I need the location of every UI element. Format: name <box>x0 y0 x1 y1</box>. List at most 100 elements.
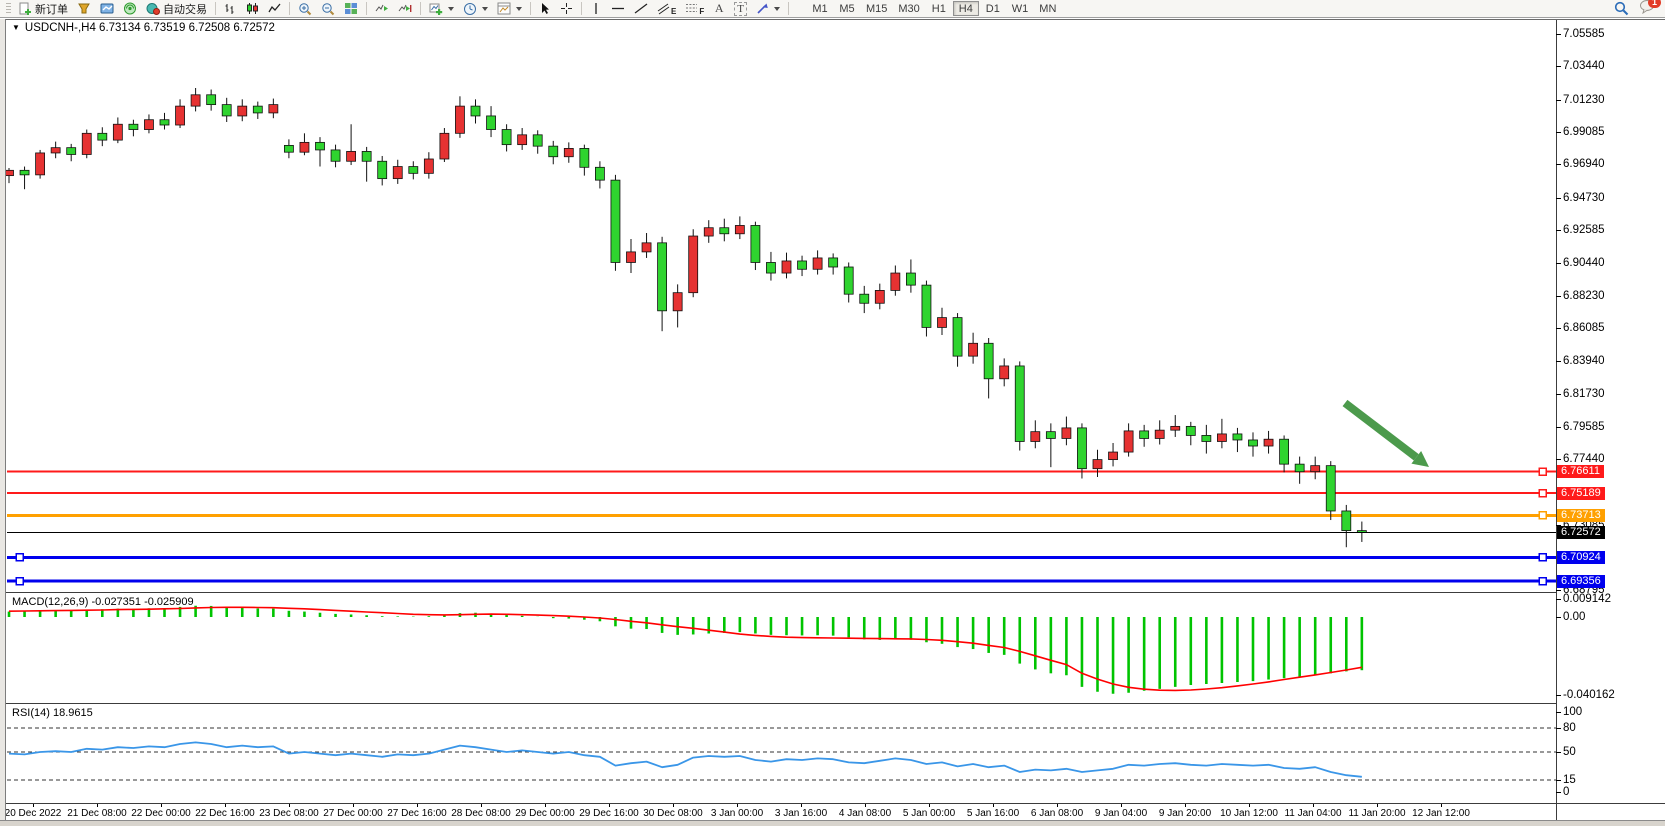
time-axis-label: 27 Dec 16:00 <box>387 808 447 819</box>
tile-windows-button[interactable] <box>340 1 362 17</box>
rsi-tick-label: 0 <box>1563 786 1569 798</box>
cursor-tool-button[interactable] <box>535 1 555 17</box>
dropdown-caret-icon <box>482 7 488 11</box>
new-order-button[interactable]: 新订单 <box>15 1 72 17</box>
notifications-chat[interactable]: 1 <box>1639 0 1656 19</box>
search-icon <box>1614 1 1629 16</box>
rsi-tick-label: 100 <box>1563 706 1582 718</box>
timeframe-M1[interactable]: M1 <box>807 1 833 16</box>
price-level-tag[interactable]: 6.75189 <box>1557 487 1605 500</box>
price-tick-label: 6.88230 <box>1563 290 1605 302</box>
rsi-tick-label: 80 <box>1563 722 1576 734</box>
line-chart-button[interactable] <box>264 1 285 17</box>
horizontal-line-tool-button[interactable] <box>607 1 629 17</box>
periods-icon <box>463 2 477 16</box>
channel-tool-button[interactable]: E <box>653 1 680 17</box>
toolbar-separator <box>420 2 421 15</box>
timeframe-group: M1M5M15M30H1H4D1W1MN <box>807 1 1061 16</box>
time-axis-label: 5 Jan 00:00 <box>903 808 955 819</box>
price-level-tag[interactable]: 6.76611 <box>1557 465 1604 478</box>
text-tool-button[interactable]: A <box>709 1 729 17</box>
time-axis-label: 27 Dec 00:00 <box>323 808 383 819</box>
zoom-in-button[interactable] <box>294 1 316 17</box>
timeframe-M5[interactable]: M5 <box>834 1 860 16</box>
arrow-styles-button[interactable] <box>752 1 784 17</box>
fibonacci-letter: F <box>699 7 704 16</box>
styler-icon <box>77 2 91 15</box>
chart-window-button[interactable] <box>96 1 118 17</box>
trendline-tool-button[interactable] <box>630 1 652 17</box>
time-axis-label: 4 Jan 08:00 <box>839 808 891 819</box>
price-level-tag[interactable]: 6.73713 <box>1557 509 1605 522</box>
time-axis-label: 6 Jan 08:00 <box>1031 808 1083 819</box>
price-tick-label: 6.81730 <box>1563 388 1605 400</box>
notification-badge: 1 <box>1648 0 1661 8</box>
bid-price-tag: 6.72572 <box>1557 526 1605 539</box>
zoom-out-button[interactable] <box>317 1 339 17</box>
macd-tick-label: 0.00 <box>1563 611 1585 623</box>
toolbar-separator <box>215 2 216 15</box>
price-level-tag[interactable]: 6.70924 <box>1557 551 1605 564</box>
price-tick-label: 7.03440 <box>1563 60 1605 72</box>
timeframe-D1[interactable]: D1 <box>980 1 1006 16</box>
template-button[interactable] <box>493 1 526 17</box>
label-tool-button[interactable]: T <box>730 1 751 17</box>
time-axis-label: 11 Jan 04:00 <box>1284 808 1341 819</box>
time-axis-label: 12 Jan 12:00 <box>1412 808 1470 819</box>
fibonacci-icon <box>685 2 698 15</box>
label-tool-letter: T <box>734 2 747 16</box>
trendline-icon <box>634 2 648 15</box>
styler-button[interactable] <box>73 1 95 17</box>
periods-button[interactable] <box>459 1 492 17</box>
chart-shift-button[interactable] <box>394 1 416 17</box>
price-tick-label: 6.79585 <box>1563 421 1605 433</box>
chart-shift-icon <box>398 2 412 15</box>
fibonacci-tool-button[interactable]: F <box>681 1 708 17</box>
price-tick-label: 6.96940 <box>1563 158 1605 170</box>
timeframe-W1[interactable]: W1 <box>1007 1 1034 16</box>
price-tick-label: 6.92585 <box>1563 224 1605 236</box>
dropdown-caret-icon <box>774 7 780 11</box>
arrow-styles-icon <box>756 2 769 15</box>
macd-tick-label: -0.040162 <box>1563 689 1615 701</box>
time-axis-label: 9 Jan 20:00 <box>1159 808 1211 819</box>
toolbar-right-group: 1 <box>1610 0 1662 19</box>
search-button[interactable] <box>1610 1 1633 17</box>
bar-chart-button[interactable] <box>220 1 241 17</box>
indicators-add-button[interactable] <box>425 1 458 17</box>
rsi-pane-label: RSI(14) 18.9615 <box>12 707 93 719</box>
auto-scroll-button[interactable] <box>371 1 393 17</box>
rsi-tick-label: 50 <box>1563 746 1576 758</box>
timeframe-M30[interactable]: M30 <box>893 1 924 16</box>
signal-button[interactable] <box>119 1 141 17</box>
window-left-frame <box>0 19 6 826</box>
vertical-line-tool-button[interactable] <box>586 1 606 17</box>
main-toolbar: 新订单 自动交易 <box>0 0 1665 18</box>
signal-icon <box>123 2 137 15</box>
timeframe-H1[interactable]: H1 <box>926 1 952 16</box>
channel-letter: E <box>671 7 676 16</box>
timeframe-MN[interactable]: MN <box>1034 1 1061 16</box>
price-tick-label: 7.01230 <box>1563 94 1605 106</box>
time-axis-label: 3 Jan 16:00 <box>775 808 827 819</box>
price-tick-label: 6.94730 <box>1563 192 1605 204</box>
auto-trading-button[interactable]: 自动交易 <box>142 1 211 17</box>
chevron-down-icon[interactable]: ▼ <box>12 23 20 32</box>
horizontal-line-icon <box>611 2 625 15</box>
price-level-tag[interactable]: 6.69356 <box>1557 575 1605 588</box>
time-axis-label: 28 Dec 08:00 <box>451 808 511 819</box>
candlestick-icon <box>246 2 259 15</box>
macd-name: MACD(12,26,9) <box>12 596 88 608</box>
time-axis-label: 21 Dec 08:00 <box>67 808 127 819</box>
toolbar-grip[interactable] <box>6 3 11 15</box>
ohlc-values: 6.73134 6.73519 6.72508 6.72572 <box>99 22 275 34</box>
chart-title: ▼USDCNH-,H4 6.73134 6.73519 6.72508 6.72… <box>12 22 275 34</box>
timeframe-H4[interactable]: H4 <box>953 1 979 16</box>
crosshair-tool-button[interactable] <box>556 1 577 17</box>
zoom-out-icon <box>321 2 335 16</box>
candlestick-chart-button[interactable] <box>242 1 263 17</box>
auto-trading-label: 自动交易 <box>163 1 207 17</box>
timeframe-M15[interactable]: M15 <box>861 1 892 16</box>
chart-overlay: ▼USDCNH-,H4 6.73134 6.73519 6.72508 6.72… <box>0 0 1665 826</box>
new-order-icon <box>19 2 32 15</box>
